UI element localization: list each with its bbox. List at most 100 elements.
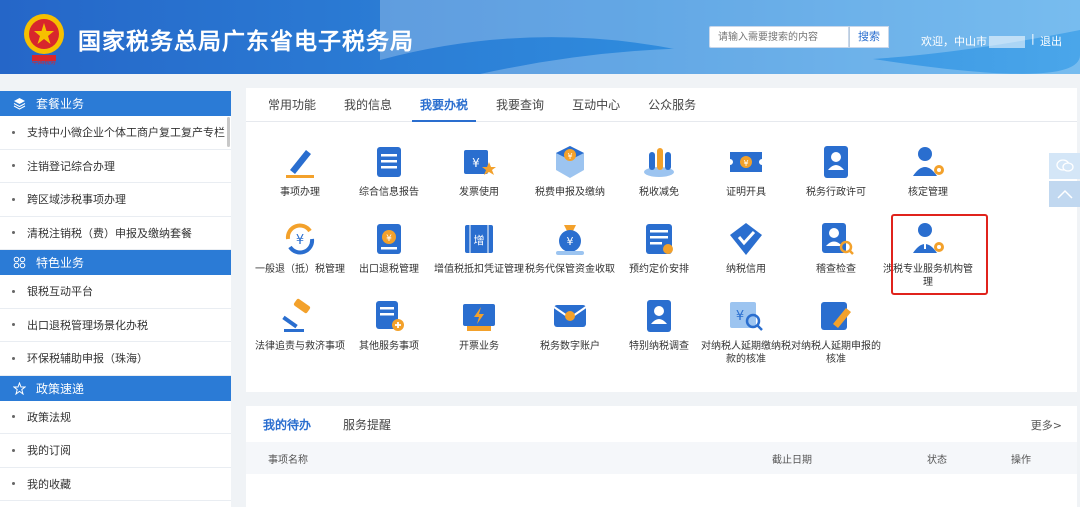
todo-panel: 我的待办 服务提醒 更多> 事项名称 截止日期 状态 操作	[246, 406, 1077, 507]
tab-my-info[interactable]: 我的信息	[336, 88, 400, 121]
bullet-dot	[12, 482, 15, 486]
tax-emblem-icon: 中国税务	[24, 14, 64, 66]
sidebar-section-special[interactable]: 特色业务	[0, 250, 231, 275]
sidebar-item-label: 清税注销税（费）申报及缴纳套餐	[27, 226, 192, 240]
tab-common[interactable]: 常用功能	[260, 88, 324, 121]
tab-my-todo[interactable]: 我的待办	[263, 416, 311, 433]
service-item[interactable]: ¥ 证明开具	[701, 142, 791, 199]
edit-doc-icon	[816, 296, 856, 336]
service-label: 出口退税管理	[359, 264, 419, 275]
service-item[interactable]: ¥ 税费申报及缴纳	[525, 142, 615, 199]
todo-table-header: 事项名称 截止日期 状态 操作	[246, 442, 1077, 474]
service-item[interactable]: ¥ 出口退税管理	[344, 219, 434, 276]
tab-query[interactable]: 我要查询	[488, 88, 552, 121]
service-label: 税务代保管资金收取	[525, 264, 615, 275]
service-item[interactable]: 特别纳税调查	[614, 296, 704, 353]
service-label: 税务数字账户	[540, 341, 600, 352]
svg-text:增: 增	[474, 233, 485, 247]
main-tabs: 常用功能 我的信息 我要办税 我要查询 互动中心 公众服务	[246, 88, 1077, 122]
svg-text:¥: ¥	[386, 234, 392, 244]
service-item[interactable]: 税务数字账户	[525, 296, 615, 353]
sidebar-section-title: 特色业务	[36, 256, 85, 270]
column-header: 截止日期	[772, 455, 812, 466]
doc-plus-icon	[369, 296, 409, 336]
service-label: 对纳税人延期缴纳税款的核准	[701, 341, 791, 365]
tab-do-tax[interactable]: 我要办税	[412, 88, 477, 122]
sidebar-item[interactable]: 注销登记综合办理	[0, 150, 231, 183]
service-item[interactable]: ¥ 税务代保管资金收取	[525, 219, 615, 276]
site-title: 国家税务总局广东省电子税务局	[78, 29, 414, 55]
sidebar-item-label: 政策法规	[27, 410, 71, 424]
sidebar-item[interactable]: 我的订阅	[0, 434, 231, 468]
back-to-top-icon[interactable]	[1049, 181, 1080, 207]
tab-interaction[interactable]: 互动中心	[564, 88, 628, 121]
service-item[interactable]: 核定管理	[883, 142, 973, 199]
service-label: 综合信息报告	[359, 187, 419, 198]
bullet-dot	[12, 415, 15, 419]
sidebar-item[interactable]: 我的收藏	[0, 468, 231, 501]
grid-icon	[12, 256, 26, 270]
service-item[interactable]: 其他服务事项	[344, 296, 434, 353]
service-label: 证明开具	[726, 187, 766, 198]
service-item[interactable]: 稽查检查	[791, 219, 881, 276]
service-label: 预约定价安排	[629, 264, 689, 275]
sidebar-item[interactable]: 出口退税管理场景化办税	[0, 309, 231, 342]
sidebar-section-policy[interactable]: 政策速递	[0, 375, 231, 401]
sidebar-item[interactable]: 支持中小微企业个体工商户复工复产专栏	[0, 116, 231, 150]
highlight-box	[891, 214, 988, 295]
svg-text:中国税务: 中国税务	[32, 58, 56, 66]
svg-text:¥: ¥	[567, 235, 574, 248]
sidebar-scrollbar[interactable]	[227, 117, 230, 147]
pen-icon	[280, 142, 320, 182]
service-item[interactable]: 开票业务	[434, 296, 524, 353]
id-card-icon	[816, 142, 856, 182]
sidebar: 套餐业务 支持中小微企业个体工商户复工复产专栏 注销登记综合办理 跨区域涉税事项…	[0, 91, 231, 507]
svg-text:¥: ¥	[296, 233, 304, 248]
service-label: 对纳税人延期申报的核准	[791, 341, 881, 365]
service-item[interactable]: 事项办理	[255, 142, 345, 199]
logout-link[interactable]: 退出	[1040, 33, 1062, 49]
service-item[interactable]: ¥ 一般退（抵）税管理	[255, 219, 345, 276]
service-item[interactable]: 税务行政许可	[791, 142, 881, 199]
shield-check-icon	[726, 219, 766, 259]
sidebar-item[interactable]: 环保税辅助申报（珠海）	[0, 342, 231, 376]
service-item[interactable]: 纳税信用	[701, 219, 791, 276]
search-button[interactable]: 搜索	[849, 26, 889, 48]
column-header: 状态	[927, 455, 947, 466]
vat-icon: 增	[459, 219, 499, 259]
tax-search-icon: ¥	[726, 296, 766, 336]
bullet-dot	[12, 448, 15, 452]
sidebar-section-title: 政策速递	[36, 381, 85, 396]
service-label: 税费申报及缴纳	[535, 187, 605, 198]
tab-public-service[interactable]: 公众服务	[640, 88, 704, 121]
svg-text:¥: ¥	[567, 152, 572, 161]
service-item[interactable]: 法律追责与救济事项	[255, 296, 345, 353]
search-input[interactable]	[709, 26, 849, 48]
layers-icon	[12, 97, 26, 111]
more-link[interactable]: 更多>	[1031, 417, 1062, 433]
tab-service-reminder[interactable]: 服务提醒	[343, 416, 391, 433]
service-label: 发票使用	[459, 187, 499, 198]
column-header: 事项名称	[268, 455, 308, 466]
service-label: 事项办理	[280, 187, 320, 198]
sidebar-item-label: 支持中小微企业个体工商户复工复产专栏	[27, 126, 225, 140]
bullet-dot	[12, 231, 15, 235]
sidebar-item[interactable]: 清税注销税（费）申报及缴纳套餐	[0, 217, 231, 250]
service-label: 其他服务事项	[359, 341, 419, 352]
svg-text:¥: ¥	[743, 159, 748, 168]
service-item[interactable]: ¥ 对纳税人延期缴纳税款的核准	[701, 296, 791, 366]
service-item[interactable]: 对纳税人延期申报的核准	[791, 296, 881, 366]
service-item[interactable]: 综合信息报告	[344, 142, 434, 199]
service-item[interactable]: 增增值税抵扣凭证管理	[434, 219, 524, 276]
service-item[interactable]: 预约定价安排	[614, 219, 704, 276]
sidebar-section-package[interactable]: 套餐业务	[0, 91, 231, 116]
chat-icon[interactable]	[1049, 153, 1080, 179]
service-item[interactable]: 税收减免	[614, 142, 704, 199]
todo-tabs: 我的待办 服务提醒 更多>	[246, 406, 1077, 442]
sidebar-item[interactable]: 政策法规	[0, 401, 231, 434]
sidebar-item[interactable]: 跨区域涉税事项办理	[0, 183, 231, 217]
service-item[interactable]: ¥ 发票使用	[434, 142, 524, 199]
sidebar-item[interactable]: 银税互动平台	[0, 275, 231, 309]
money-bag-icon: ¥	[550, 219, 590, 259]
welcome-label: 欢迎，中山市	[921, 35, 987, 48]
